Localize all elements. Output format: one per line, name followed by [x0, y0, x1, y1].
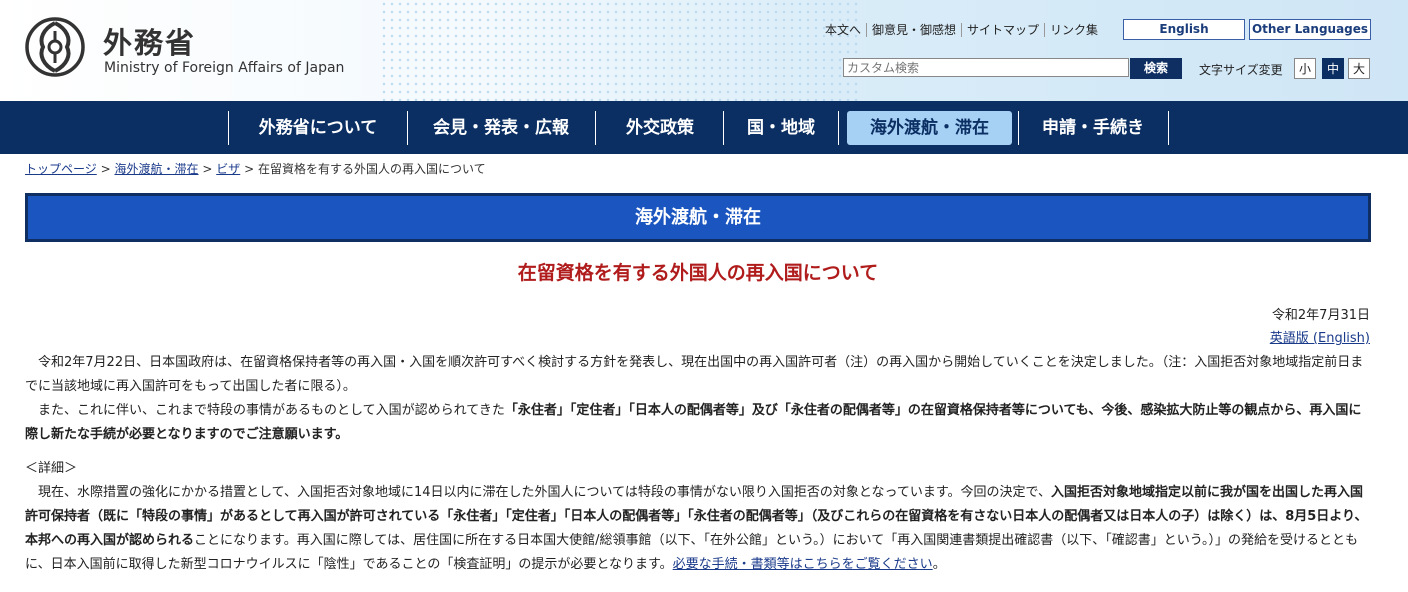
details-heading: ＜詳細＞: [25, 461, 78, 476]
util-link-main-content[interactable]: 本文へ: [820, 23, 868, 37]
body-paragraph-3: 現在、水際措置の強化にかかる措置として、入国拒否対象地域に14日以内に滞在した外…: [25, 481, 1371, 577]
breadcrumb-separator: >: [100, 162, 111, 176]
nav-item-countries-regions[interactable]: 国・地域: [733, 111, 829, 145]
body-paragraph-2: また、これに伴い、これまで特段の事情があるものとして入国が認められてきた「永住者…: [25, 399, 1371, 447]
breadcrumb-link-top[interactable]: トップページ: [25, 162, 97, 176]
world-map-decoration: [380, 0, 860, 101]
breadcrumb-separator: >: [244, 162, 255, 176]
nav-item-travel-stay[interactable]: 海外渡航・滞在: [847, 111, 1012, 145]
page-title: 在留資格を有する外国人の再入国について: [517, 262, 879, 284]
nav-item-applications[interactable]: 申請・手続き: [1028, 111, 1158, 145]
search-button[interactable]: 検索: [1130, 58, 1182, 79]
mofa-emblem-icon[interactable]: [25, 17, 85, 77]
nav-item-foreign-policy[interactable]: 外交政策: [605, 111, 715, 145]
breadcrumb-link-visa[interactable]: ビザ: [216, 162, 240, 176]
other-languages-button[interactable]: Other Languages: [1249, 19, 1371, 40]
utility-links: 本文へ 御意見・御感想 サイトマップ リンク集: [820, 20, 1103, 40]
section-banner-title: 海外渡航・滞在: [28, 196, 1368, 239]
publish-date: 令和2年7月31日: [1271, 308, 1370, 323]
nav-separator: [1168, 111, 1169, 145]
util-link-sitemap[interactable]: サイトマップ: [962, 23, 1046, 37]
paragraph-text: 現在、水際措置の強化にかかる措置として、入国拒否対象地域に14日以内に滞在した外…: [38, 485, 1051, 500]
breadcrumb-current: 在留資格を有する外国人の再入国について: [257, 162, 486, 176]
body-paragraph-1: 令和2年7月22日、日本国政府は、在留資格保持者等の再入国・入国を順次許可すべく…: [25, 351, 1371, 399]
section-banner: 海外渡航・滞在: [25, 193, 1371, 242]
english-version-link[interactable]: 英語版 (English): [1270, 327, 1370, 346]
breadcrumb-separator: >: [202, 162, 213, 176]
site-name-japanese[interactable]: 外務省: [103, 20, 196, 62]
nav-separator: [838, 111, 839, 145]
paragraph-text: また、これに伴い、これまで特段の事情があるものとして入国が認められてきた: [38, 403, 505, 418]
font-size-large-button[interactable]: 大: [1348, 58, 1370, 79]
search-input[interactable]: [843, 58, 1129, 77]
nav-separator: [407, 111, 408, 145]
font-size-medium-button[interactable]: 中: [1322, 58, 1344, 79]
site-header: 外務省 Ministry of Foreign Affairs of Japan…: [0, 0, 1408, 101]
site-name-english[interactable]: Ministry of Foreign Affairs of Japan: [104, 60, 344, 76]
nav-item-press[interactable]: 会見・発表・広報: [417, 111, 585, 145]
nav-item-about-mofa[interactable]: 外務省について: [238, 111, 398, 145]
breadcrumb-link-travel[interactable]: 海外渡航・滞在: [114, 162, 198, 176]
english-button[interactable]: English: [1123, 19, 1245, 40]
global-navigation: 外務省について 会見・発表・広報 外交政策 国・地域 海外渡航・滞在 申請・手続…: [0, 101, 1408, 154]
util-link-feedback[interactable]: 御意見・御感想: [867, 23, 963, 37]
font-size-small-button[interactable]: 小: [1294, 58, 1316, 79]
nav-separator: [228, 111, 229, 145]
nav-separator: [723, 111, 724, 145]
util-link-links[interactable]: リンク集: [1045, 23, 1103, 37]
nav-separator: [1018, 111, 1019, 145]
paragraph-text: 令和2年7月22日、日本国政府は、在留資格保持者等の再入国・入国を順次許可すべく…: [25, 355, 1364, 394]
font-size-label: 文字サイズ変更: [1199, 63, 1283, 77]
required-documents-link[interactable]: 必要な手続・書類等はこちらをご覧ください: [673, 557, 933, 572]
nav-separator: [595, 111, 596, 145]
breadcrumb: トップページ > 海外渡航・滞在 > ビザ > 在留資格を有する外国人の再入国に…: [25, 160, 486, 177]
paragraph-text: 。: [932, 557, 946, 572]
